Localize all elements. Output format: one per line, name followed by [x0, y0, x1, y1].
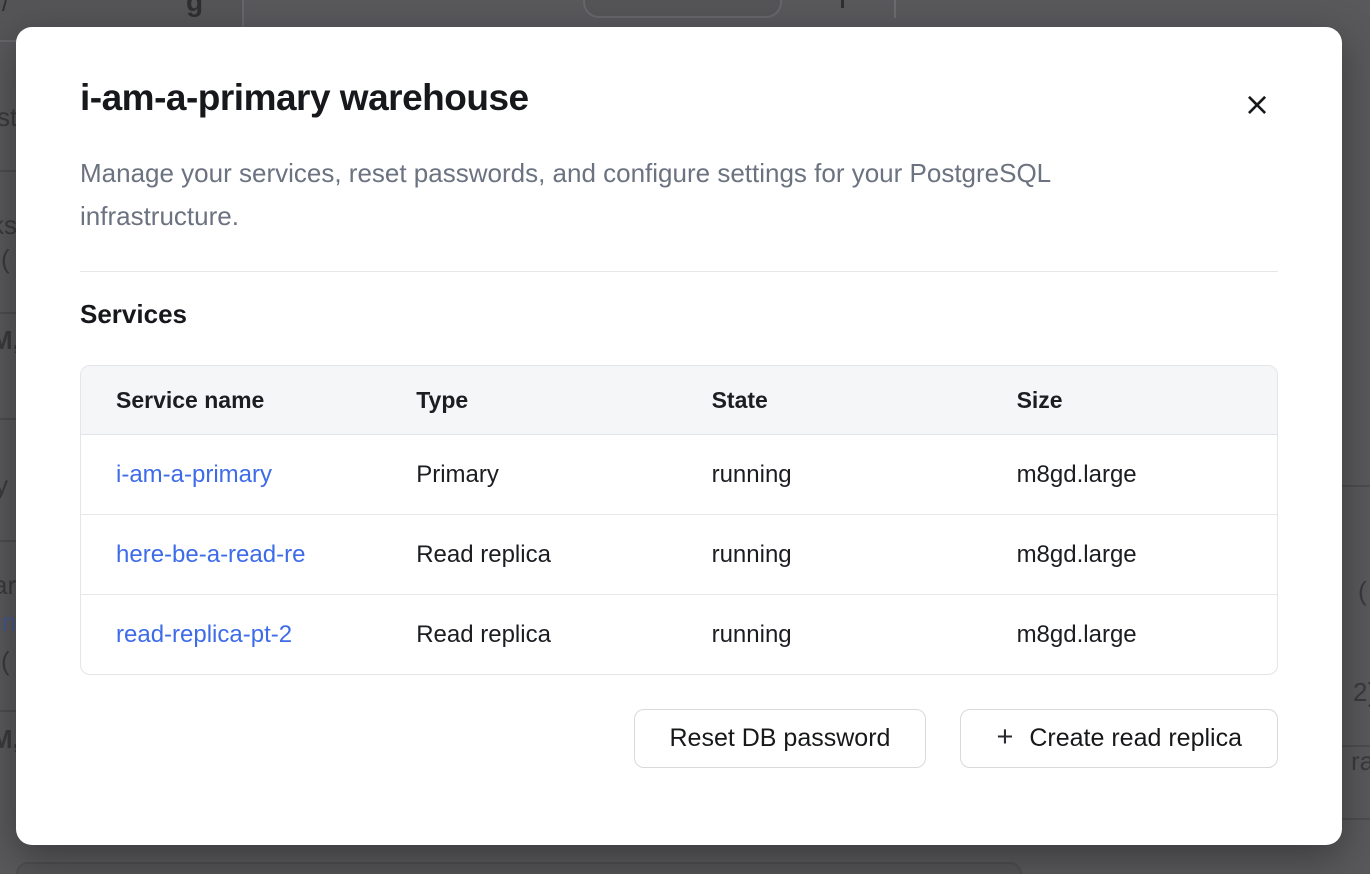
background-row-line [1342, 485, 1370, 487]
service-name-cell: here-be-a-read-re [81, 515, 381, 594]
service-link[interactable]: read-replica-pt-2 [116, 621, 292, 649]
table-row: here-be-a-read-re Read replica running m… [81, 515, 1277, 595]
service-type-cell: Read replica [381, 595, 676, 674]
table-row: i-am-a-primary Primary running m8gd.larg… [81, 435, 1277, 515]
table-row: read-replica-pt-2 Read replica running m… [81, 595, 1277, 674]
background-row-line [0, 312, 16, 314]
background-row-line [0, 710, 16, 712]
plus-icon: + [996, 723, 1013, 752]
warehouse-dialog: × i-am-a-primary warehouse Manage your s… [16, 27, 1342, 845]
service-link[interactable]: here-be-a-read-re [116, 541, 305, 569]
service-state-cell: running [677, 595, 982, 674]
column-header-size: Size [982, 366, 1277, 434]
create-read-replica-label: Create read replica [1029, 724, 1242, 753]
background-text-fragment: ( [1, 648, 10, 674]
background-link-fragment: in [0, 609, 16, 635]
column-header-service-name: Service name [81, 366, 381, 434]
background-card-edge [16, 862, 1022, 874]
service-link[interactable]: i-am-a-primary [116, 461, 272, 489]
background-button-pill [583, 0, 782, 18]
background-row-line [0, 540, 16, 542]
services-heading: Services [80, 299, 1278, 329]
background-text-fragment: / [2, 0, 9, 16]
background-text-fragment: ar [0, 572, 16, 598]
background-text-fragment: ( [1358, 578, 1367, 604]
service-name-cell: read-replica-pt-2 [81, 595, 381, 674]
background-row-line [0, 170, 16, 172]
background-row-line [1342, 818, 1370, 820]
background-text-fragment: y [0, 472, 8, 498]
background-text-fragment: 2) [1353, 679, 1370, 705]
background-row-line [0, 418, 16, 420]
reset-db-password-label: Reset DB password [670, 724, 891, 753]
column-header-type: Type [381, 366, 676, 434]
service-name-cell: i-am-a-primary [81, 435, 381, 514]
service-size-cell: m8gd.large [982, 515, 1277, 594]
background-text-fragment: g [186, 0, 203, 16]
close-icon: × [1244, 88, 1271, 120]
service-state-cell: running [677, 515, 982, 594]
close-button[interactable]: × [1235, 82, 1279, 126]
create-read-replica-button[interactable]: + Create read replica [960, 709, 1278, 768]
dialog-actions: Reset DB password + Create read replica [80, 709, 1278, 768]
background-text-fragment: ks [0, 212, 17, 238]
dialog-description: Manage your services, reset passwords, a… [80, 152, 1210, 238]
column-header-state: State [677, 366, 982, 434]
divider [80, 271, 1278, 272]
background-text-fragment: st [0, 104, 17, 130]
service-size-cell: m8gd.large [982, 595, 1277, 674]
services-table: Service name Type State Size i-am-a-prim… [80, 365, 1278, 675]
dialog-title: i-am-a-primary warehouse [80, 75, 1278, 121]
background-text-fragment: ( [1, 246, 10, 272]
background-text-fragment: ra [1351, 748, 1370, 774]
service-type-cell: Primary [381, 435, 676, 514]
service-state-cell: running [677, 435, 982, 514]
background-divider [894, 0, 896, 18]
reset-db-password-button[interactable]: Reset DB password [634, 709, 927, 768]
service-size-cell: m8gd.large [982, 435, 1277, 514]
table-header-row: Service name Type State Size [81, 366, 1277, 435]
background-tick [841, 0, 844, 8]
service-type-cell: Read replica [381, 515, 676, 594]
